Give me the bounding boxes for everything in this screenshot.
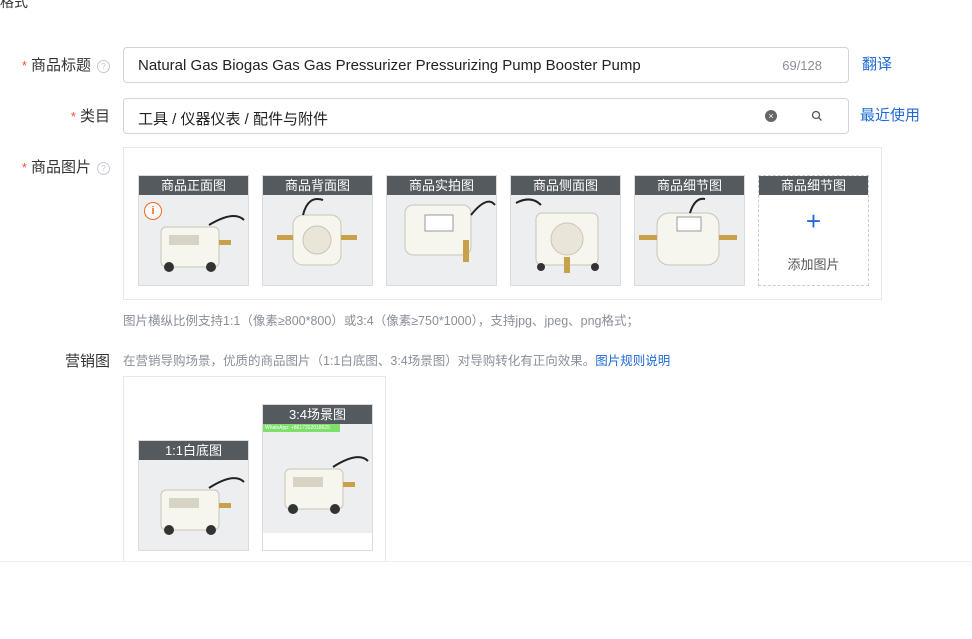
title-char-counter: 69/128 xyxy=(782,58,822,73)
product-image-detail[interactable]: 商品细节图 xyxy=(634,175,745,286)
marketing-label: 营销图 xyxy=(64,353,110,370)
add-image-slot[interactable]: 商品细节图 + 添加图片 xyxy=(758,175,869,286)
plus-icon: + xyxy=(805,206,822,236)
image-rules-link[interactable]: 图片规则说明 xyxy=(595,354,670,368)
top-cut-text: 格式 xyxy=(0,0,28,10)
category-row: * 类目 工具 / 仪器仪表 / 配件与附件 × 最近使用 xyxy=(0,98,972,134)
image-caption: 商品侧面图 xyxy=(511,176,620,195)
title-label-text: 商品标题 xyxy=(30,57,91,74)
warning-icon[interactable]: i xyxy=(144,202,162,220)
image-caption: 商品细节图 xyxy=(635,176,744,195)
images-label-text: 商品图片 xyxy=(30,159,91,176)
required-mark: * xyxy=(21,160,27,175)
clear-icon[interactable]: × xyxy=(765,110,777,122)
marketing-hint-text: 在营销导购场景，优质的商品图片（1:1白底图、3:4场景图）对导购转化有正向效果… xyxy=(123,354,596,368)
category-search-button[interactable] xyxy=(789,98,849,134)
recent-used-link[interactable]: 最近使用 xyxy=(860,104,920,125)
pump-photo xyxy=(635,195,744,285)
pump-photo xyxy=(263,424,372,533)
pump-photo xyxy=(387,195,496,285)
category-value: 工具 / 仪器仪表 / 配件与附件 xyxy=(138,111,329,128)
title-row: * 商品标题? Natural Gas Biogas Gas Gas Pressu… xyxy=(0,47,972,83)
title-label: * 商品标题? xyxy=(22,54,110,75)
image-format-hint: 图片横纵比例支持1:1（像素≥800*800）或3:4（像素≥750*1000）… xyxy=(123,314,639,328)
translate-link[interactable]: 翻译 xyxy=(862,53,892,74)
title-input-value: Natural Gas Biogas Gas Gas Pressurizer P… xyxy=(138,57,641,74)
help-icon[interactable]: ? xyxy=(97,59,110,73)
whatsapp-badge: WhatsApp: +8617352018625 xyxy=(263,424,340,432)
image-caption: 商品实拍图 xyxy=(387,176,496,195)
marketing-images-panel: 1:1白底图 3:4场景图 WhatsApp: +8617352018625 xyxy=(123,376,386,567)
required-mark: * xyxy=(70,109,76,124)
image-caption: 商品正面图 xyxy=(139,176,248,195)
product-image-front[interactable]: 商品正面图 i xyxy=(138,175,249,286)
pump-photo xyxy=(263,195,372,285)
images-label: * 商品图片? xyxy=(22,156,110,177)
image-caption: 商品背面图 xyxy=(263,176,372,195)
product-image-actual[interactable]: 商品实拍图 xyxy=(386,175,497,286)
marketing-hint: 在营销导购场景，优质的商品图片（1:1白底图、3:4场景图）对导购转化有正向效果… xyxy=(123,350,670,369)
product-image-side[interactable]: 商品侧面图 xyxy=(510,175,621,286)
required-mark: * xyxy=(21,58,27,73)
image-caption: 1:1白底图 xyxy=(139,441,248,460)
page-bottom-area xyxy=(0,561,972,639)
category-label: * 类目 xyxy=(71,105,110,126)
marketing-image-scene[interactable]: 3:4场景图 WhatsApp: +8617352018625 xyxy=(262,404,373,551)
add-image-label: 添加图片 xyxy=(787,257,840,272)
title-input[interactable]: Natural Gas Biogas Gas Gas Pressurizer P… xyxy=(123,47,849,83)
pump-photo xyxy=(511,195,620,285)
image-caption: 商品细节图 xyxy=(759,176,868,195)
product-images-panel: 商品正面图 i 商品背面图 商品实拍图 商品侧面图 商品细节图 商品细节图 + … xyxy=(123,147,882,300)
help-icon[interactable]: ? xyxy=(97,161,110,175)
image-caption: 3:4场景图 xyxy=(263,405,372,424)
marketing-image-square[interactable]: 1:1白底图 xyxy=(138,440,249,551)
category-select[interactable]: 工具 / 仪器仪表 / 配件与附件 × xyxy=(123,98,790,134)
pump-photo xyxy=(139,460,248,550)
product-image-back[interactable]: 商品背面图 xyxy=(262,175,373,286)
search-icon xyxy=(811,110,822,121)
category-label-text: 类目 xyxy=(79,108,110,125)
